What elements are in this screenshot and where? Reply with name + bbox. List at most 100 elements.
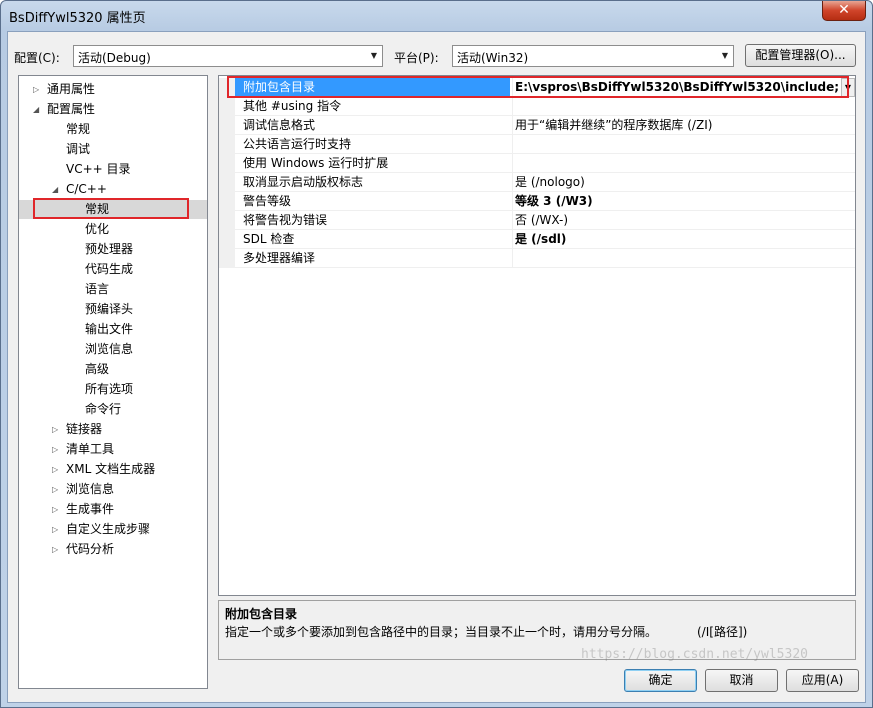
collapse-arrow-icon[interactable]: ◢	[52, 180, 58, 199]
grid-row-name: SDL 检查	[243, 232, 295, 246]
tree-item[interactable]: 优化	[19, 220, 207, 239]
tree-item[interactable]: ▷ 自定义生成步骤	[19, 520, 207, 539]
tree-item[interactable]: ▷ 代码分析	[19, 540, 207, 559]
tree-item[interactable]: ▷ 通用属性	[19, 80, 207, 99]
watermark: https://blog.csdn.net/ywl5320	[581, 647, 808, 662]
properties-window: BsDiffYwl5320 属性页 ✕ 配置(C): 活动(Debug) ▼ 平…	[0, 0, 873, 708]
expand-arrow-icon[interactable]: ▷	[52, 420, 58, 439]
expand-arrow-icon[interactable]: ▷	[52, 540, 58, 559]
expand-arrow-icon[interactable]: ▷	[52, 480, 58, 499]
tree-item[interactable]: ▷ 链接器	[19, 420, 207, 439]
grid-row[interactable]: 使用 Windows 运行时扩展	[219, 154, 855, 173]
grid-row-value[interactable]	[512, 135, 852, 154]
tree-item-label: 命令行	[85, 402, 122, 416]
chevron-down-icon: ▼	[721, 51, 729, 60]
tree-item[interactable]: 语言	[19, 280, 207, 299]
tree-item[interactable]: 输出文件	[19, 320, 207, 339]
platform-select-value: 活动(Win32)	[457, 51, 529, 65]
grid-row[interactable]: 调试信息格式 用于“编辑并继续”的程序数据库 (/ZI)	[219, 116, 855, 135]
tree-item-label: 语言	[85, 282, 110, 296]
grid-row-name: 警告等级	[243, 194, 292, 208]
grid-row-value[interactable]: 是 (/sdl)	[512, 230, 852, 249]
tree-item-label: 所有选项	[85, 382, 134, 396]
tree-item-label: 通用属性	[47, 82, 96, 96]
tree-item[interactable]: 所有选项	[19, 380, 207, 399]
config-select-value: 活动(Debug)	[78, 51, 151, 65]
title-bar[interactable]: BsDiffYwl5320 属性页 ✕	[1, 1, 872, 31]
grid-row-value[interactable]: 用于“编辑并继续”的程序数据库 (/ZI)	[512, 116, 852, 135]
dialog-client: 配置(C): 活动(Debug) ▼ 平台(P): 活动(Win32) ▼ 配置…	[7, 31, 866, 703]
grid-row[interactable]: 警告等级 等级 3 (/W3)	[219, 192, 855, 211]
grid-row-value[interactable]	[512, 154, 852, 173]
apply-button[interactable]: 应用(A)	[786, 669, 859, 692]
tree-item[interactable]: ▷ XML 文档生成器	[19, 460, 207, 479]
ok-button[interactable]: 确定	[624, 669, 697, 692]
tree-item-label: 调试	[66, 142, 91, 156]
tree-item-label: 高级	[85, 362, 110, 376]
tree-item-label: 浏览信息	[85, 342, 134, 356]
tree-item-label: 配置属性	[47, 102, 96, 116]
cancel-button[interactable]: 取消	[705, 669, 778, 692]
tree-item-label: 优化	[85, 222, 110, 236]
tree-item[interactable]: ▷ 生成事件	[19, 500, 207, 519]
tree-item-label: 清单工具	[66, 442, 115, 456]
tree-item-label: VC++ 目录	[66, 162, 131, 176]
config-manager-button[interactable]: 配置管理器(O)...	[745, 44, 856, 67]
expand-arrow-icon[interactable]: ▷	[33, 80, 39, 99]
grid-row-name: 调试信息格式	[243, 118, 316, 132]
expand-arrow-icon[interactable]: ▷	[52, 440, 58, 459]
property-grid: 附加包含目录 E:\vspros\BsDiffYwl5320\BsDiffYwl…	[218, 75, 856, 596]
tree-item-label: 代码生成	[85, 262, 134, 276]
tree-item[interactable]: 浏览信息	[19, 340, 207, 359]
grid-row[interactable]: 其他 #using 指令	[219, 97, 855, 116]
expand-arrow-icon[interactable]: ▷	[52, 500, 58, 519]
tree-item[interactable]: ▷ 清单工具	[19, 440, 207, 459]
platform-select[interactable]: 活动(Win32) ▼	[452, 45, 734, 67]
chevron-down-icon: ▼	[370, 51, 378, 60]
grid-row[interactable]: 将警告视为错误 否 (/WX-)	[219, 211, 855, 230]
grid-row[interactable]: 取消显示启动版权标志 是 (/nologo)	[219, 173, 855, 192]
property-tree: ▷ 通用属性 ◢ 配置属性 常规 调试 VC++ 目录 ◢ C/C++ 常规 优化 预处理器 代码生成语…	[18, 75, 208, 689]
grid-row-name: 使用 Windows 运行时扩展	[243, 156, 389, 170]
tree-item[interactable]: 命令行	[19, 400, 207, 419]
platform-label: 平台(P):	[394, 51, 439, 65]
tree-item[interactable]: ◢ 配置属性	[19, 100, 207, 119]
tree-item[interactable]: 常规	[19, 120, 207, 139]
tree-item-label: 常规	[66, 122, 91, 136]
tree-item[interactable]: 预处理器	[19, 240, 207, 259]
tree-item[interactable]: 代码生成	[19, 260, 207, 279]
grid-row[interactable]: 多处理器编译	[219, 249, 855, 268]
grid-row[interactable]: SDL 检查 是 (/sdl)	[219, 230, 855, 249]
tree-item-label: 自定义生成步骤	[66, 522, 151, 536]
grid-row-value[interactable]	[512, 249, 852, 268]
tree-item[interactable]: 预编译头	[19, 300, 207, 319]
close-button[interactable]: ✕	[822, 1, 866, 21]
tree-item-label: 浏览信息	[66, 482, 115, 496]
tree-item-label: 代码分析	[66, 542, 115, 556]
grid-row-value[interactable]: 等级 3 (/W3)	[512, 192, 852, 211]
tree-item-label: 链接器	[66, 422, 103, 436]
tree-item-label: 预编译头	[85, 302, 134, 316]
tree-item[interactable]: ▷ 浏览信息	[19, 480, 207, 499]
window-title: BsDiffYwl5320 属性页	[9, 11, 146, 26]
tree-item[interactable]: ◢ C/C++	[19, 180, 207, 199]
tree-item[interactable]: VC++ 目录	[19, 160, 207, 179]
description-text: 指定一个或多个要添加到包含路径中的目录；当目录不止一个时，请用分号分隔。	[225, 625, 658, 639]
tree-item[interactable]: 调试	[19, 140, 207, 159]
collapse-arrow-icon[interactable]: ◢	[33, 100, 39, 119]
grid-row-value[interactable]	[512, 97, 852, 116]
config-select[interactable]: 活动(Debug) ▼	[73, 45, 383, 67]
expand-arrow-icon[interactable]: ▷	[52, 520, 58, 539]
highlight-box	[227, 76, 849, 98]
grid-row[interactable]: 公共语言运行时支持	[219, 135, 855, 154]
description-switch: (/I[路径])	[697, 625, 748, 639]
grid-row-value[interactable]: 是 (/nologo)	[512, 173, 852, 192]
description-title: 附加包含目录	[225, 607, 298, 621]
tree-item[interactable]: 高级	[19, 360, 207, 379]
expand-arrow-icon[interactable]: ▷	[52, 460, 58, 479]
tree-item-label: 生成事件	[66, 502, 115, 516]
grid-row-name: 多处理器编译	[243, 251, 316, 265]
grid-row-value[interactable]: 否 (/WX-)	[512, 211, 852, 230]
highlight-box	[33, 198, 189, 219]
config-label: 配置(C):	[14, 51, 60, 65]
